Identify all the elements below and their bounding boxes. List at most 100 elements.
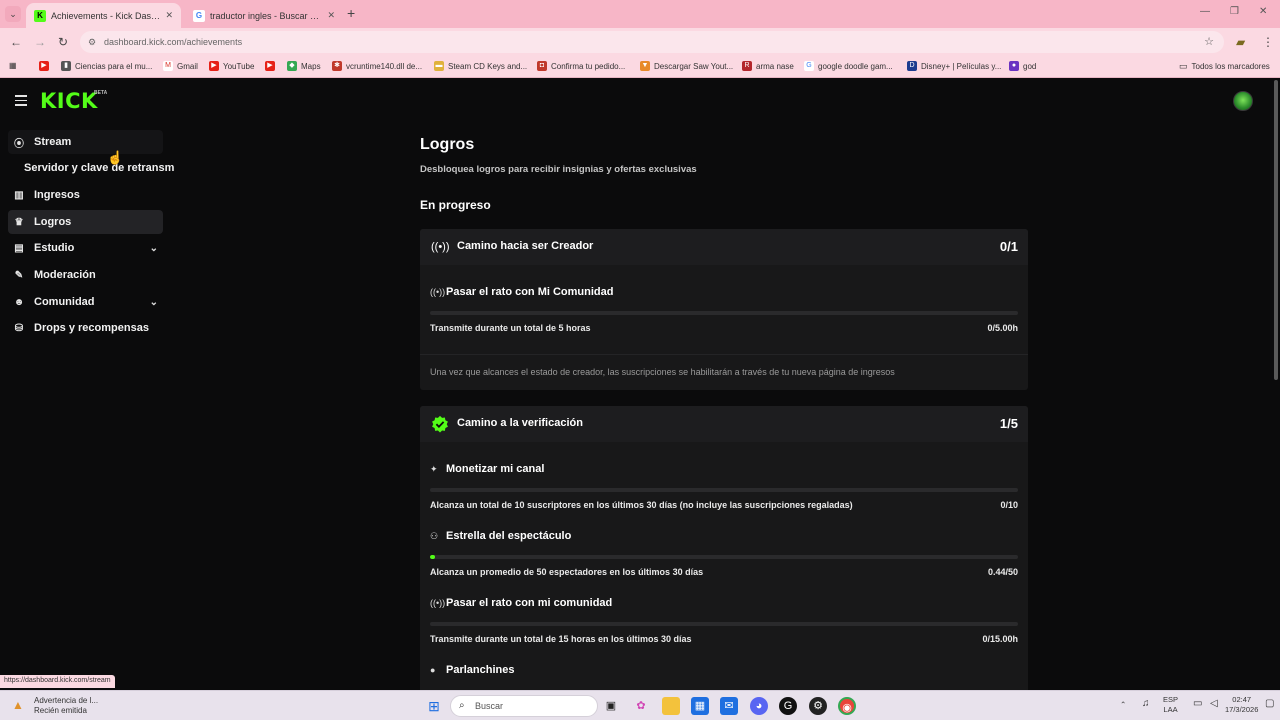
store-icon[interactable]: ▦ [691, 697, 709, 715]
kick-logo[interactable]: KICK [40, 89, 98, 113]
goal-description: Transmite durante un total de 15 horas e… [430, 634, 692, 644]
site-info-icon[interactable]: ⚙ [88, 31, 96, 53]
goal-progress-bar [430, 622, 1018, 626]
bookmark-star-icon[interactable]: ☆ [1204, 31, 1214, 53]
sidebar-item-label: Logros [34, 216, 72, 228]
copilot-icon[interactable]: ✿ [632, 697, 650, 715]
bookmarks-bar: ▦ ▶ ▮ Ciencias para el mu... M Gmail ▶ YouT… [0, 56, 1280, 78]
url-input[interactable]: ⚙ dashboard.kick.com/achievements ☆ [80, 31, 1224, 53]
sidebar-subitem-server-key[interactable]: Servidor y clave de retransm [24, 162, 174, 174]
maximize-icon[interactable]: ❐ [1230, 6, 1239, 17]
sidebar-item-logros[interactable]: ♛ Logros [8, 210, 163, 234]
extension-icon[interactable]: ▰ [1236, 35, 1245, 49]
close-tab-icon[interactable]: ✕ [327, 10, 335, 21]
mouse-cursor-icon: ☝ [107, 150, 124, 165]
sidebar-item-drops[interactable]: ⛁ Drops y recompensas [8, 316, 163, 340]
address-bar-row: ← → ↻ ⚙ dashboard.kick.com/achievements … [0, 28, 1280, 56]
browser-menu-icon[interactable]: ⋮ [1262, 35, 1274, 49]
tab-achievements[interactable]: K Achievements - Kick Dashboard ✕ [26, 3, 181, 28]
sidebar-item-comunidad[interactable]: ☻ Comunidad ⌄ [8, 290, 163, 314]
steam-icon[interactable]: ⚙ [809, 697, 827, 715]
forward-icon[interactable]: → [34, 35, 46, 49]
broadcast-icon: ((•)) [430, 598, 446, 608]
bookmark-ciencias[interactable]: ▮ Ciencias para el mu... [61, 61, 152, 71]
clock[interactable]: 02:47 17/3/2026 [1225, 695, 1258, 715]
network-icon[interactable]: ▭ [1193, 699, 1202, 709]
card-count: 1/5 [999, 416, 1018, 431]
taskbar-search-input[interactable]: ⌕ Buscar [450, 695, 598, 717]
mail-icon[interactable]: ✉ [720, 697, 738, 715]
file-explorer-icon[interactable] [662, 697, 680, 715]
bookmark-doodle[interactable]: Ggoogle doodle gam... [804, 61, 893, 71]
tray-expand-icon[interactable]: ⌃ [1120, 700, 1126, 710]
close-window-icon[interactable]: ✕ [1259, 6, 1267, 17]
all-bookmarks[interactable]: ▭ Todos los marcadores [1179, 61, 1270, 72]
bookmark-steam[interactable]: ▬ Steam CD Keys and... [434, 61, 527, 71]
goal-progress-bar [430, 488, 1018, 492]
bookmark-confirma[interactable]: ◘ Confirma tu pedido... [537, 61, 625, 71]
menu-icon[interactable] [15, 95, 27, 106]
apps-grid-icon[interactable]: ▦ [9, 61, 17, 70]
card-title: Camino a la verificación [457, 417, 583, 429]
page-scrollbar[interactable] [1274, 80, 1278, 380]
minimize-icon[interactable]: — [1200, 6, 1210, 17]
close-tab-icon[interactable]: ✕ [165, 10, 173, 21]
sidebar-item-stream[interactable]: ⦿ Stream [8, 130, 163, 154]
sidebar-item-label: Drops y recompensas [34, 322, 149, 334]
goal-progress-bar [430, 311, 1018, 315]
sidebar-item-moderacion[interactable]: ✎ Moderación [8, 263, 163, 287]
sidebar-item-ingresos[interactable]: ▥ Ingresos [8, 183, 163, 207]
bookmark-arma[interactable]: Rarma nase [742, 61, 794, 71]
broadcast-icon: ⦿ [14, 138, 24, 150]
bookmark-vcruntime[interactable]: ✱ vcruntime140.dll de... [332, 61, 422, 71]
sparkle-icon: ✦ [430, 464, 438, 474]
people-icon: ☻ [13, 296, 25, 308]
goal-title: Monetizar mi canal [446, 463, 545, 475]
folder-icon: ▬ [434, 61, 444, 71]
chrome-icon[interactable]: ◉ [838, 697, 856, 715]
taskbar: ▲ Advertencia de l... Recién emitida ⊞ ⌕… [0, 690, 1280, 720]
bookmark-god[interactable]: ● god [1009, 61, 1036, 71]
avatar[interactable] [1233, 91, 1253, 111]
tab-search-chevron-icon[interactable]: ⌄ [5, 6, 21, 22]
bookmark-disney[interactable]: D Disney+ | Películas y... [907, 61, 1001, 71]
sidebar-item-estudio[interactable]: ▤ Estudio ⌄ [8, 236, 163, 260]
card-title: Camino hacia ser Creador [457, 240, 594, 252]
divider [420, 354, 1028, 355]
windows-start-icon[interactable]: ⊞ [425, 697, 443, 715]
chevron-down-icon[interactable]: ⌄ [150, 297, 158, 308]
tab-title: Achievements - Kick Dashboard [51, 10, 160, 21]
verified-badge-icon [432, 415, 448, 433]
bookmark-youtube-1[interactable]: ▶ [39, 61, 53, 71]
microphone-icon[interactable]: ♫ [1142, 699, 1150, 709]
chart-icon: ▥ [14, 189, 24, 201]
progress-fill [430, 555, 436, 559]
bookmark-youtube[interactable]: ▶ YouTube [209, 61, 254, 71]
broadcast-icon: ((•)) [430, 287, 446, 297]
discord-icon[interactable]: ◕ [750, 697, 768, 715]
goal-title: Parlanchines [446, 664, 515, 676]
google-favicon-icon: G [193, 9, 205, 22]
bookmark-gmail[interactable]: M Gmail [163, 61, 198, 71]
new-tab-icon[interactable]: + [347, 5, 355, 21]
reload-icon[interactable]: ↻ [58, 35, 68, 49]
chat-bubble-icon: ● [430, 665, 436, 675]
bookmark-maps[interactable]: ◆ Maps [287, 61, 321, 71]
language-indicator[interactable]: ESP LAA [1163, 695, 1178, 715]
notifications-icon[interactable]: ▢ [1265, 699, 1274, 709]
bookmark-page-icon: ● [1009, 61, 1019, 71]
goal-value: 0/15.00h [982, 634, 1018, 644]
app-g-icon[interactable]: G [779, 697, 797, 715]
tab-google-search[interactable]: G traductor ingles - Buscar con G ✕ [185, 3, 343, 28]
task-view-icon[interactable]: ▣ [602, 697, 620, 715]
notification-alert[interactable]: ▲ Advertencia de l... Recién emitida [12, 696, 98, 716]
chevron-down-icon[interactable]: ⌄ [150, 243, 158, 254]
bookmark-youtube-2[interactable]: ▶ [265, 61, 279, 71]
beta-badge: BETA [94, 90, 108, 96]
back-icon[interactable]: ← [10, 35, 22, 49]
disney-icon: D [907, 61, 917, 71]
bookmark-saw[interactable]: ▼ Descargar Saw Yout... [640, 61, 733, 71]
maps-icon: ◆ [287, 61, 297, 71]
youtube-icon: ▶ [209, 61, 219, 71]
volume-icon[interactable]: ◁ [1210, 699, 1218, 709]
